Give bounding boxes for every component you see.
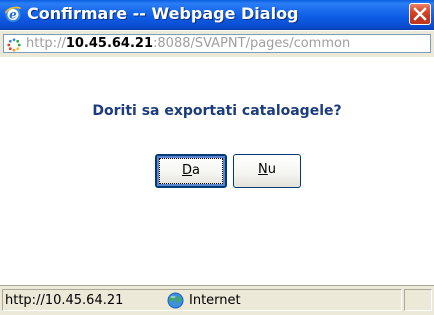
nu-rest: u <box>267 162 276 177</box>
svg-text:e: e <box>9 8 17 22</box>
status-bar: http://10.45.64.21 Internet <box>0 285 434 315</box>
nu-button[interactable]: Nu <box>233 154 301 188</box>
internet-explorer-icon: e <box>4 5 22 23</box>
window-title: Confirmare -- Webpage Dialog <box>27 4 299 23</box>
da-accel: D <box>182 163 193 178</box>
zone-label: Internet <box>189 293 241 308</box>
da-button[interactable]: Da <box>155 154 227 188</box>
nu-accel: N <box>258 162 268 177</box>
url-prefix: http:// <box>26 36 66 51</box>
address-bar: http://10.45.64.21:8088/SVAPNT/pages/com… <box>0 30 434 57</box>
status-url: http://10.45.64.21 <box>5 293 124 308</box>
address-url: http://10.45.64.21:8088/SVAPNT/pages/com… <box>26 35 350 52</box>
da-button-label: Da <box>182 156 200 186</box>
dialog-window: e Confirmare -- Webpage Dialog http://10… <box>0 0 434 315</box>
close-button[interactable] <box>409 3 431 25</box>
address-field: http://10.45.64.21:8088/SVAPNT/pages/com… <box>3 34 431 53</box>
url-host: 10.45.64.21 <box>65 36 154 51</box>
dialog-content: Doriti sa exportati cataloagele? Da Nu <box>0 57 434 285</box>
close-icon <box>413 7 427 21</box>
confirm-question: Doriti sa exportati cataloagele? <box>92 103 342 119</box>
da-rest: a <box>192 163 200 178</box>
title-bar[interactable]: e Confirmare -- Webpage Dialog <box>0 0 434 30</box>
loading-icon <box>7 37 21 52</box>
status-extra-cell <box>404 289 432 311</box>
globe-icon <box>167 292 184 309</box>
url-path: :8088/SVAPNT/pages/common <box>153 36 351 51</box>
status-main-cell: http://10.45.64.21 Internet <box>2 289 402 311</box>
nu-button-label: Nu <box>258 155 276 185</box>
